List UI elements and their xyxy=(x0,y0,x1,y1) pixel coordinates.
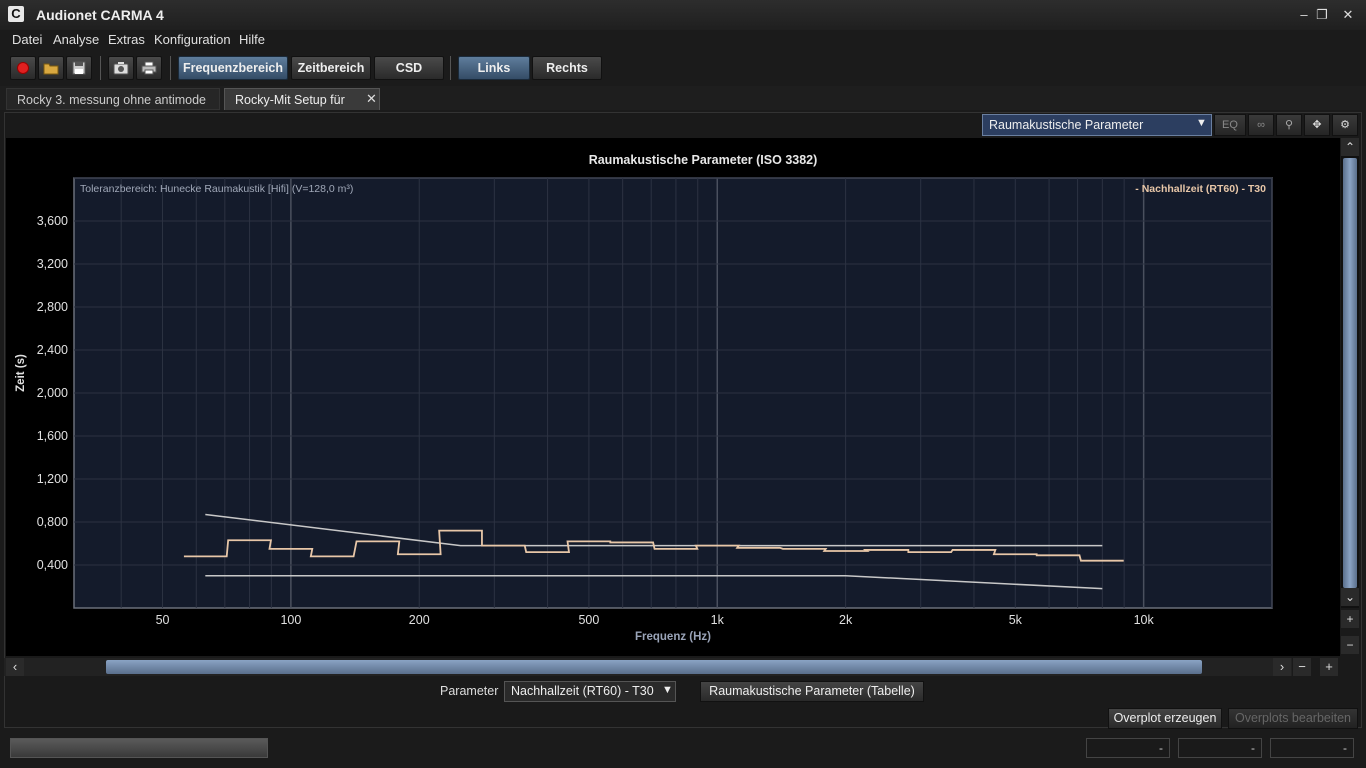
progress-bar xyxy=(10,738,268,758)
minimize-icon[interactable]: – xyxy=(1296,7,1312,23)
status-field: - xyxy=(1270,738,1354,758)
zoom-button[interactable]: ⚲ xyxy=(1276,114,1302,136)
rt60-chart[interactable]: 0,400 0,800 1,200 1,600 2,000 2,400 2,800 3,200… xyxy=(6,138,1340,656)
close-tab-icon[interactable]: ✕ xyxy=(366,91,377,107)
x-tick-label: 10k xyxy=(1134,613,1155,627)
toolbar-separator xyxy=(100,56,101,80)
scroll-right-icon[interactable]: › xyxy=(1273,658,1291,676)
chevron-down-icon: ▼ xyxy=(1196,117,1207,129)
scroll-down-icon[interactable]: ⌄ xyxy=(1341,588,1359,606)
view-select[interactable]: Raumakustische Parameter xyxy=(982,114,1212,136)
record-icon xyxy=(17,62,29,74)
save-button[interactable] xyxy=(66,56,92,80)
toolbar-separator xyxy=(170,56,171,80)
open-button[interactable] xyxy=(38,56,64,80)
chart-title: Raumakustische Parameter (ISO 3382) xyxy=(589,153,818,167)
y-tick-label: 2,000 xyxy=(37,386,68,400)
printer-icon xyxy=(141,61,157,75)
parameter-select[interactable]: Nachhallzeit (RT60) - T30 xyxy=(504,681,676,702)
gear-icon: ⚙ xyxy=(1340,119,1350,131)
y-tick-label: 0,400 xyxy=(37,558,68,572)
y-tick-label: 3,200 xyxy=(37,257,68,271)
tab-frequenzbereich[interactable]: Frequenzbereich xyxy=(178,56,288,80)
legend-entry: - Nachhallzeit (RT60) - T30 xyxy=(1135,183,1266,195)
doc-tab-rocky-3[interactable]: Rocky 3. messung ohne antimode xyxy=(6,88,220,110)
y-tick-label: 2,400 xyxy=(37,343,68,357)
chevron-down-icon: ▼ xyxy=(662,684,673,696)
y-tick-label: 3,600 xyxy=(37,214,68,228)
y-tick-label: 2,800 xyxy=(37,300,68,314)
close-icon[interactable]: ✕ xyxy=(1340,7,1356,23)
tab-rechts[interactable]: Rechts xyxy=(532,56,602,80)
y-tick-label: 0,800 xyxy=(37,515,68,529)
y-tick-label: 1,600 xyxy=(37,429,68,443)
pan-button[interactable]: ✥ xyxy=(1304,114,1330,136)
x-tick-label: 100 xyxy=(280,613,301,627)
save-icon xyxy=(72,61,86,75)
x-tick-label: 2k xyxy=(839,613,853,627)
eq-button[interactable]: EQ xyxy=(1214,114,1246,136)
zoom-out-x-icon[interactable]: − xyxy=(1293,658,1311,676)
y-axis-label: Zeit (s) xyxy=(15,354,27,392)
zoom-out-y-icon[interactable]: − xyxy=(1341,636,1359,654)
tolerance-annotation: Toleranzbereich: Hunecke Raumakustik [Hi… xyxy=(80,183,353,195)
parameter-table-button[interactable]: Raumakustische Parameter (Tabelle) xyxy=(700,681,924,702)
x-tick-label: 50 xyxy=(156,613,170,627)
horizontal-scroll-thumb[interactable] xyxy=(106,660,1202,674)
parameter-label: Parameter xyxy=(440,684,499,698)
move-icon: ✥ xyxy=(1312,119,1322,131)
x-tick-label: 1k xyxy=(711,613,725,627)
menu-datei[interactable]: Datei xyxy=(12,32,42,47)
print-button[interactable] xyxy=(136,56,162,80)
link-button[interactable]: ∞ xyxy=(1248,114,1274,136)
overplot-create-button[interactable]: Overplot erzeugen xyxy=(1108,708,1222,729)
menu-hilfe[interactable]: Hilfe xyxy=(239,32,265,47)
x-tick-label: 5k xyxy=(1009,613,1023,627)
y-tick-label: 1,200 xyxy=(37,472,68,486)
vertical-scroll-thumb[interactable] xyxy=(1343,158,1357,588)
settings-button[interactable]: ⚙ xyxy=(1332,114,1358,136)
tab-zeitbereich[interactable]: Zeitbereich xyxy=(291,56,371,80)
magnifier-icon: ⚲ xyxy=(1284,119,1294,131)
x-axis-label: Frequenz (Hz) xyxy=(635,631,711,643)
restore-icon[interactable]: ❐ xyxy=(1314,7,1330,23)
overplots-edit-button: Overplots bearbeiten xyxy=(1228,708,1358,729)
record-button[interactable] xyxy=(10,56,36,80)
status-field: - xyxy=(1086,738,1170,758)
tab-links[interactable]: Links xyxy=(458,56,530,80)
menu-extras[interactable]: Extras xyxy=(108,32,145,47)
menu-analyse[interactable]: Analyse xyxy=(53,32,99,47)
title-bar xyxy=(0,0,1366,30)
toolbar-separator xyxy=(450,56,451,80)
zoom-in-y-icon[interactable]: + xyxy=(1341,610,1359,628)
link-icon: ∞ xyxy=(1257,119,1265,131)
x-tick-label: 500 xyxy=(578,613,599,627)
app-icon: C xyxy=(8,6,24,22)
zoom-in-x-icon[interactable]: + xyxy=(1320,658,1338,676)
camera-icon xyxy=(113,62,129,75)
status-field: - xyxy=(1178,738,1262,758)
tab-csd[interactable]: CSD xyxy=(374,56,444,80)
doc-tab-rocky-mit-setup[interactable]: Rocky-Mit Setup für Sub xyxy=(224,88,380,129)
screenshot-button[interactable] xyxy=(108,56,134,80)
scroll-up-icon[interactable]: ⌃ xyxy=(1341,138,1359,156)
menu-konfiguration[interactable]: Konfiguration xyxy=(154,32,231,47)
scroll-left-icon[interactable]: ‹ xyxy=(6,658,24,676)
folder-icon xyxy=(43,63,59,75)
window-title: Audionet CARMA 4 xyxy=(36,7,164,23)
x-tick-label: 200 xyxy=(409,613,430,627)
